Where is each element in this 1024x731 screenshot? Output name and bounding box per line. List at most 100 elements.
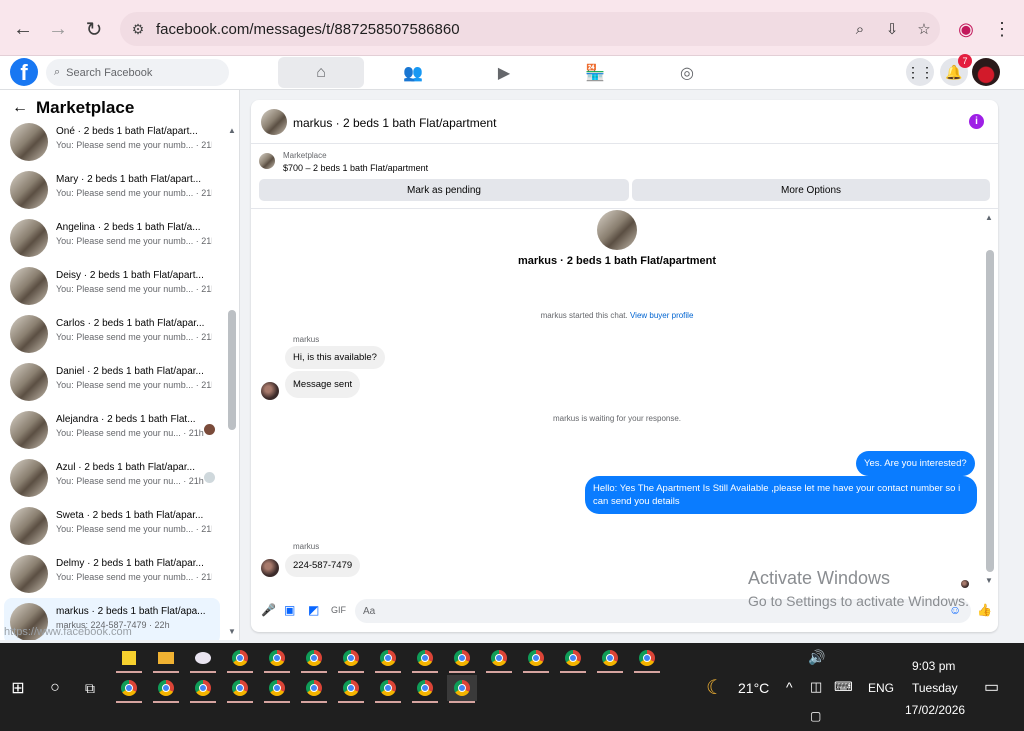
marketplace-tab[interactable]: 🏪 [552, 57, 638, 88]
windows-start-icon[interactable]: ⊞ [3, 675, 33, 701]
chrome-taskbar-icon[interactable] [410, 675, 440, 703]
mark-as-pending-button[interactable]: Mark as pending [259, 179, 629, 201]
chrome-taskbar-icon[interactable] [373, 675, 403, 703]
weather-moon-icon[interactable]: ☾ [706, 675, 724, 700]
incoming-message[interactable]: 224-587-7479 [285, 554, 361, 577]
microphone-icon[interactable]: 🎤 [261, 603, 276, 617]
tray-expand-icon[interactable]: ^ [786, 679, 793, 695]
listing-thumbnail[interactable] [259, 153, 275, 169]
video-tab[interactable]: ▶ [461, 57, 547, 88]
chrome-taskbar-icon[interactable] [188, 675, 218, 703]
reload-button[interactable]: ↻ [79, 14, 109, 44]
address-bar[interactable]: ⚙ facebook.com/messages/t/88725850758686… [120, 12, 940, 46]
clock-day[interactable]: Tuesday [912, 681, 958, 695]
chrome-taskbar-icon[interactable] [521, 645, 551, 673]
conversation-item[interactable]: Angelina · 2 beds 1 bath Flat/a... You: P… [4, 214, 220, 260]
network-icon[interactable]: ◫ [810, 679, 822, 695]
sender-avatar[interactable] [261, 559, 279, 577]
chrome-taskbar-icon[interactable] [484, 645, 514, 673]
task-view-icon[interactable]: ⧉ [75, 675, 105, 701]
home-tab[interactable]: ⌂ [278, 57, 364, 88]
volume-icon[interactable]: 🔊 [808, 649, 825, 666]
conversation-item[interactable]: Azul · 2 beds 1 bath Flat/apar... You: Pl… [4, 454, 220, 500]
clock-date[interactable]: 17/02/2026 [905, 703, 965, 717]
conversation-item[interactable]: Deisy · 2 beds 1 bath Flat/apart... You: … [4, 262, 220, 308]
sticky-notes-icon[interactable] [114, 645, 144, 673]
gif-icon[interactable]: GIF [331, 605, 346, 615]
conversation-item[interactable]: Daniel · 2 beds 1 bath Flat/apar... You: … [4, 358, 220, 404]
language-indicator[interactable]: ENG [868, 681, 894, 695]
friends-tab[interactable]: 👥 [370, 57, 456, 88]
chrome-taskbar-icon[interactable] [114, 675, 144, 703]
conversation-item[interactable]: Sweta · 2 beds 1 bath Flat/apar... You: P… [4, 502, 220, 548]
chrome-taskbar-icon[interactable] [225, 675, 255, 703]
sidebar-scrollbar[interactable] [228, 310, 236, 430]
browser-menu-icon[interactable]: ⋮ [988, 14, 1016, 44]
incoming-message[interactable]: Message sent [285, 371, 361, 398]
chrome-taskbar-icon[interactable] [373, 645, 403, 673]
temperature[interactable]: 21°C [738, 680, 769, 696]
listing-avatar[interactable] [261, 109, 287, 135]
profile-avatar[interactable] [597, 210, 637, 250]
scroll-up-icon[interactable]: ▲ [228, 126, 236, 135]
photo-icon[interactable]: ▣ [284, 603, 295, 617]
bookmark-star-icon[interactable]: ☆ [908, 20, 940, 38]
scroll-down-icon[interactable]: ▼ [228, 627, 236, 636]
conversation-item[interactable]: Mary · 2 beds 1 bath Flat/apart... You: P… [4, 166, 220, 212]
chrome-taskbar-icon[interactable] [262, 645, 292, 673]
search-input[interactable]: ⌕ Search Facebook [46, 59, 229, 86]
clock-time[interactable]: 9:03 pm [912, 659, 955, 673]
zoom-icon[interactable]: ⌕ [844, 21, 876, 38]
chrome-taskbar-icon[interactable] [151, 675, 181, 703]
back-arrow-icon[interactable]: ← [12, 99, 28, 117]
forward-button[interactable]: → [43, 14, 73, 44]
chrome-taskbar-icon[interactable] [336, 645, 366, 673]
conversation-item[interactable]: Alejandra · 2 beds 1 bath Flat... You: Pl… [4, 406, 220, 452]
sticker-icon[interactable]: ◩ [308, 603, 319, 617]
profile-icon[interactable]: ◉ [952, 14, 980, 44]
site-settings-icon[interactable]: ⚙ [120, 21, 156, 38]
chrome-taskbar-icon[interactable] [299, 645, 329, 673]
view-buyer-profile-link[interactable]: View buyer profile [630, 311, 693, 320]
paint-icon[interactable] [188, 645, 218, 673]
chrome-taskbar-icon[interactable] [225, 645, 255, 673]
notification-center-icon[interactable]: ▭ [984, 677, 999, 697]
chrome-logo-icon [454, 650, 470, 666]
back-button[interactable]: ← [8, 14, 38, 44]
scroll-down-icon[interactable]: ▼ [985, 576, 993, 585]
keyboard-icon[interactable]: ⌨ [834, 679, 853, 695]
chrome-taskbar-icon[interactable] [595, 645, 625, 673]
install-icon[interactable]: ⇩ [876, 20, 908, 38]
sender-avatar[interactable] [261, 382, 279, 400]
groups-tab[interactable]: ◎ [644, 57, 730, 88]
outgoing-message[interactable]: Hello: Yes The Apartment Is Still Availa… [585, 476, 977, 514]
conversation-item[interactable]: Oné · 2 beds 1 bath Flat/apart... You: Pl… [4, 118, 220, 164]
like-icon[interactable]: 👍 [977, 603, 992, 617]
chrome-taskbar-icon[interactable] [336, 675, 366, 703]
search-circle-icon[interactable]: ○ [40, 675, 70, 701]
chat-scrollbar[interactable] [986, 250, 994, 572]
conversation-item[interactable]: Delmy · 2 beds 1 bath Flat/apar... You: P… [4, 550, 220, 596]
conversation-item[interactable]: Carlos · 2 beds 1 bath Flat/apar... You: … [4, 310, 220, 356]
scroll-up-icon[interactable]: ▲ [985, 213, 993, 222]
incoming-message[interactable]: Hi, is this available? [285, 346, 385, 369]
chrome-taskbar-icon[interactable] [558, 645, 588, 673]
chrome-taskbar-icon[interactable] [299, 675, 329, 703]
menu-button[interactable]: ⋮⋮ [906, 58, 934, 86]
file-explorer-icon[interactable] [151, 645, 181, 673]
url-text[interactable]: facebook.com/messages/t/887258507586860 [156, 21, 844, 38]
chrome-taskbar-icon[interactable] [447, 675, 477, 703]
chat-title[interactable]: markus · 2 beds 1 bath Flat/apartment [293, 116, 496, 130]
facebook-logo-icon[interactable]: f [10, 58, 38, 86]
chrome-taskbar-icon[interactable] [447, 645, 477, 673]
chrome-taskbar-icon[interactable] [262, 675, 292, 703]
outgoing-message[interactable]: Yes. Are you interested? [856, 451, 975, 476]
info-icon[interactable]: i [969, 114, 984, 129]
notifications-button[interactable]: 🔔 7 [940, 54, 972, 86]
account-avatar[interactable] [972, 58, 1000, 86]
chrome-taskbar-icon[interactable] [410, 645, 440, 673]
listing-price-title[interactable]: $700 – 2 beds 1 bath Flat/apartment [283, 163, 428, 173]
more-options-button[interactable]: More Options [632, 179, 990, 201]
display-icon[interactable]: ▢ [810, 709, 821, 723]
chrome-taskbar-icon[interactable] [632, 645, 662, 673]
